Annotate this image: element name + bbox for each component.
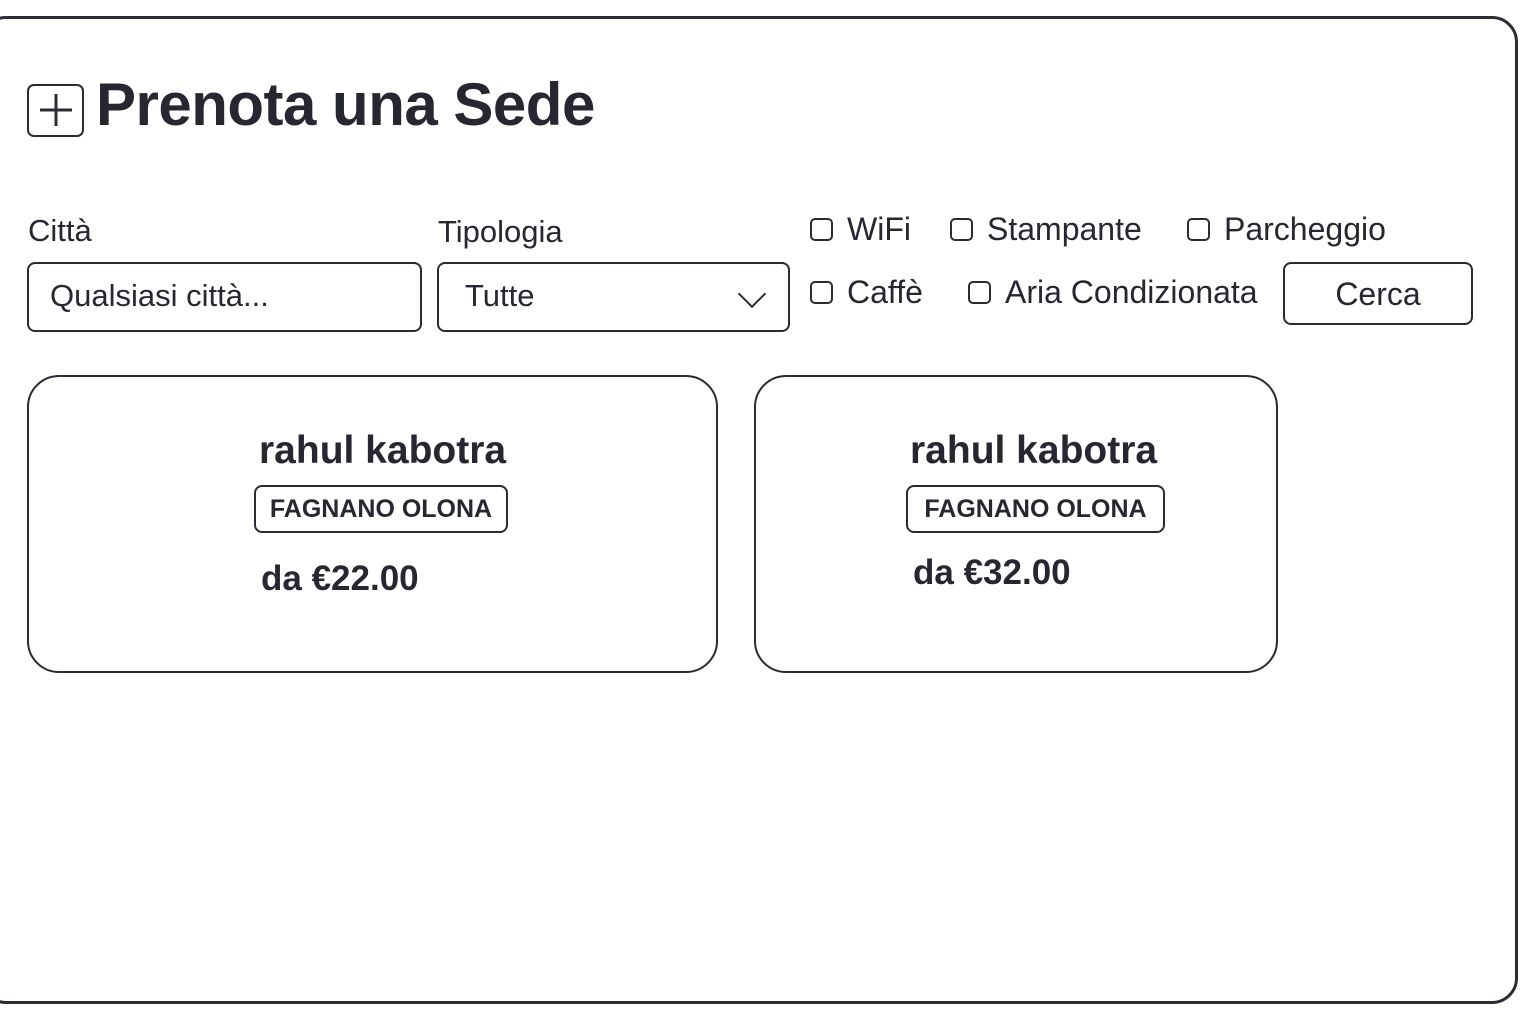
type-select-value: Tutte xyxy=(465,278,535,313)
venue-name: rahul kabotra xyxy=(910,429,1158,472)
city-input[interactable]: Qualsiasi città... xyxy=(27,262,422,332)
venue-card[interactable]: rahul kabotra FAGNANO OLONA da €32.00 xyxy=(754,375,1278,673)
checkbox-icon[interactable] xyxy=(810,217,833,241)
city-label: Città xyxy=(28,213,92,248)
amenity-wifi[interactable]: WiFi xyxy=(810,211,911,247)
amenity-parking[interactable]: Parcheggio xyxy=(1187,211,1386,247)
venue-price: da €22.00 xyxy=(261,559,419,598)
amenity-label: Parcheggio xyxy=(1224,211,1386,247)
checkbox-icon[interactable] xyxy=(810,280,833,304)
amenity-coffee[interactable]: Caffè xyxy=(810,274,923,310)
venue-price: da €32.00 xyxy=(913,553,1071,592)
city-badge: FAGNANO OLONA xyxy=(254,485,508,533)
amenity-label: Aria Condizionata xyxy=(1005,274,1258,310)
amenity-printer[interactable]: Stampante xyxy=(950,211,1142,247)
city-input-placeholder: Qualsiasi città... xyxy=(50,278,269,313)
chevron-down-icon xyxy=(737,279,767,309)
checkbox-icon[interactable] xyxy=(950,217,973,241)
type-select[interactable]: Tutte xyxy=(437,262,790,332)
venue-card[interactable]: rahul kabotra FAGNANO OLONA da €22.00 xyxy=(27,375,718,673)
plus-square-icon xyxy=(27,83,84,137)
city-badge: FAGNANO OLONA xyxy=(906,485,1165,533)
search-button[interactable]: Cerca xyxy=(1283,262,1473,325)
venue-name: rahul kabotra xyxy=(259,429,507,472)
checkbox-icon[interactable] xyxy=(1187,217,1210,241)
checkbox-icon[interactable] xyxy=(968,280,991,304)
amenity-label: WiFi xyxy=(847,211,911,247)
type-label: Tipologia xyxy=(438,214,563,249)
page-title: Prenota una Sede xyxy=(96,71,595,138)
page-header: Prenota una Sede xyxy=(27,70,595,140)
amenity-label: Stampante xyxy=(987,211,1142,247)
amenity-air-conditioning[interactable]: Aria Condizionata xyxy=(968,274,1258,310)
amenity-label: Caffè xyxy=(847,274,923,310)
